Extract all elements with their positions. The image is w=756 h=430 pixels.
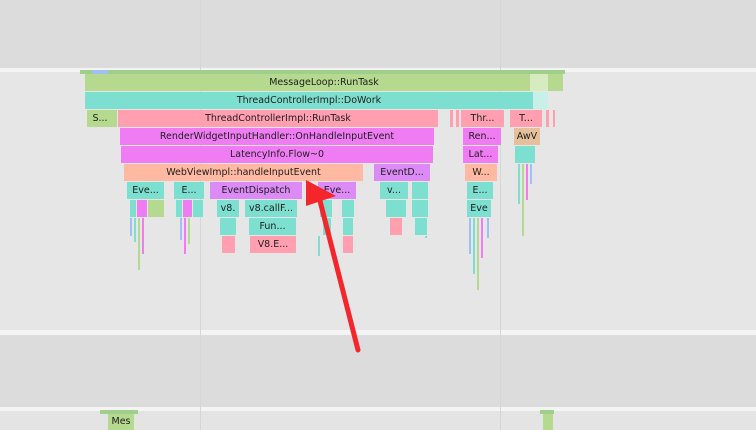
red-arrow-icon (306, 180, 361, 353)
annotation-arrow (306, 180, 361, 353)
